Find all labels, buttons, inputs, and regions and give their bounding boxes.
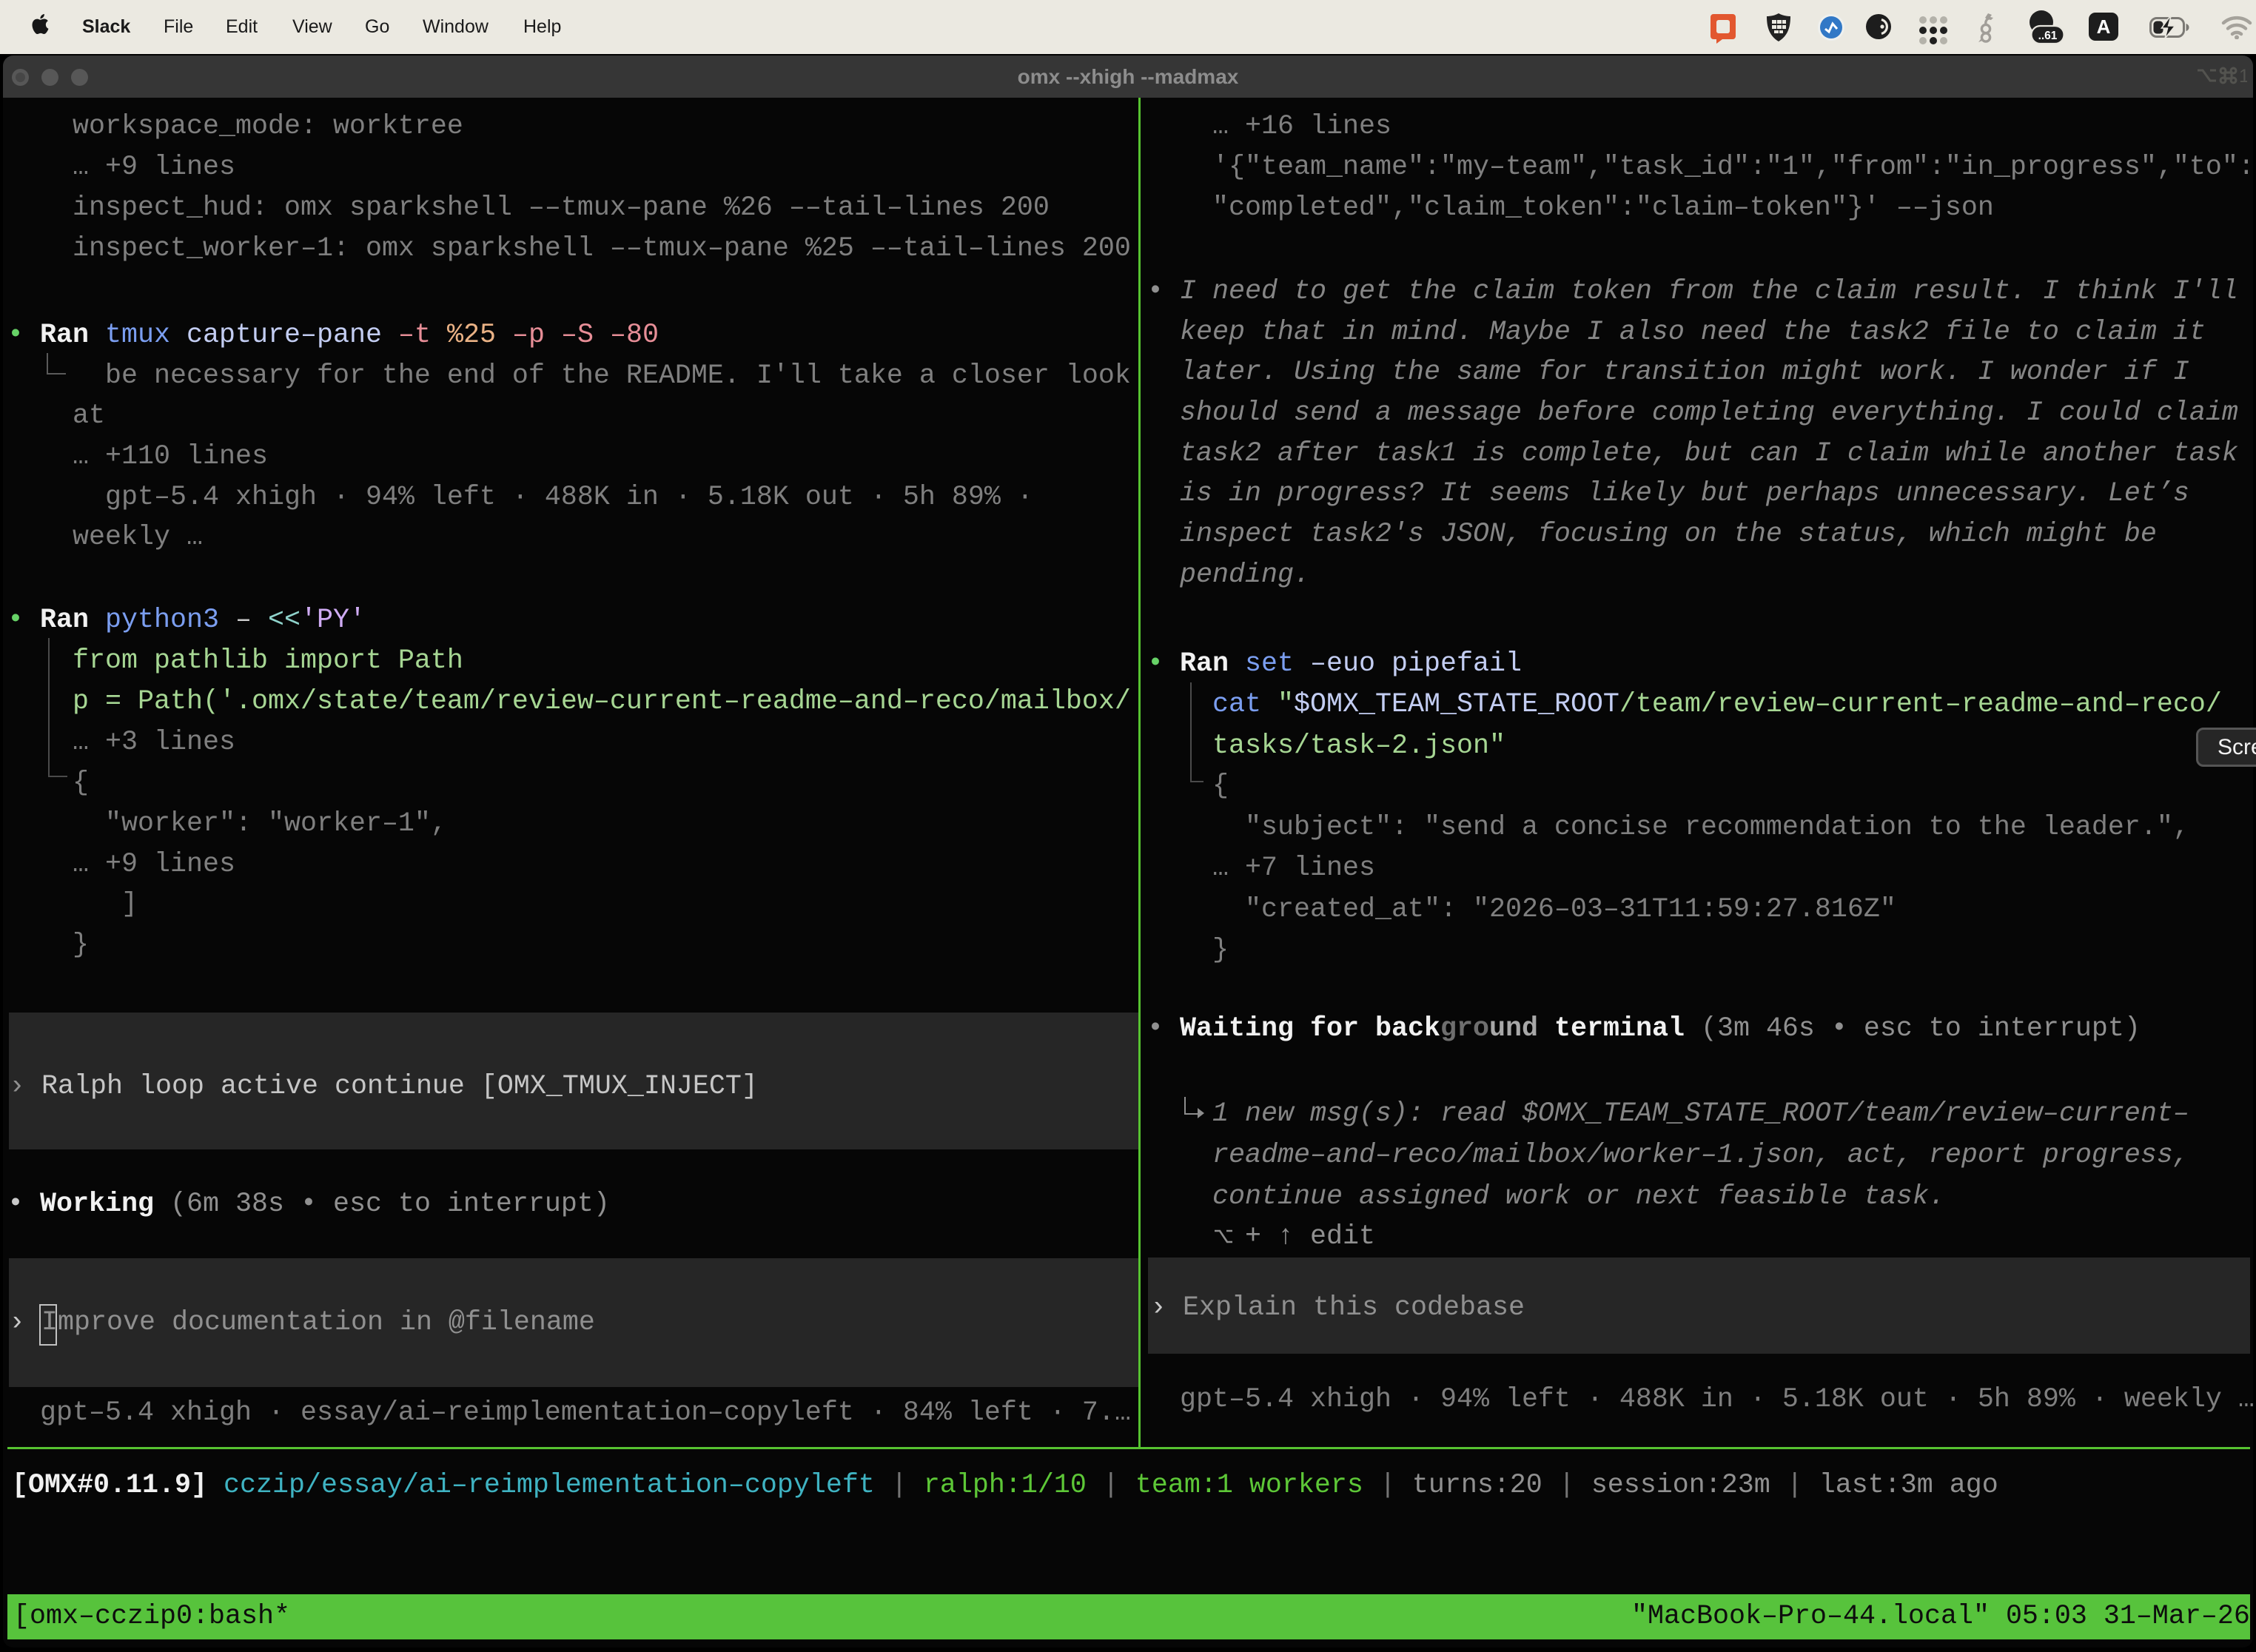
svg-text:1: 1: [2239, 66, 2247, 86]
svg-text:..61: ..61: [2038, 30, 2058, 42]
